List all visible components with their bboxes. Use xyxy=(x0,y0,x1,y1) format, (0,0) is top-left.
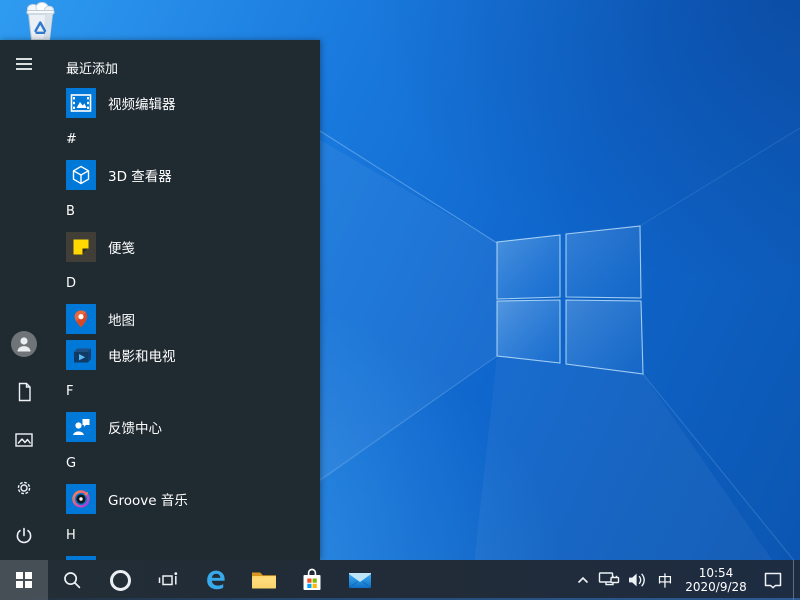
network-button[interactable] xyxy=(595,560,623,600)
start-menu-panel: 最近添加 视频编辑器 # xyxy=(0,40,320,560)
start-menu-app-feedback-hub[interactable]: 反馈中心 xyxy=(48,409,320,445)
pictures-icon xyxy=(14,430,34,450)
cortana-button[interactable] xyxy=(96,560,144,600)
cortana-icon xyxy=(110,570,131,591)
app-label: 地图 xyxy=(108,309,135,329)
settings-button[interactable] xyxy=(0,464,48,512)
power-button[interactable] xyxy=(0,512,48,560)
volume-icon xyxy=(627,572,647,588)
settings-gear-icon xyxy=(14,478,34,498)
clock[interactable]: 10:54 2020/9/28 xyxy=(679,560,753,600)
action-center-button[interactable] xyxy=(753,560,793,600)
system-tray: 中 10:54 2020/9/28 xyxy=(571,560,800,600)
start-menu-app-movies-tv[interactable]: 电影和电视 xyxy=(48,337,320,373)
feedback-hub-icon xyxy=(66,412,96,442)
search-button[interactable] xyxy=(48,560,96,600)
hidden-icons-chevron xyxy=(577,576,589,584)
app-label: 电影和电视 xyxy=(108,345,176,365)
app-label: 反馈中心 xyxy=(108,417,162,437)
task-view-icon xyxy=(157,570,179,590)
start-menu-app-maps[interactable]: 地图 xyxy=(48,301,320,337)
start-menu-app-3d-viewer[interactable]: 3D 查看器 xyxy=(48,157,320,193)
taskbar: 中 10:54 2020/9/28 xyxy=(0,560,800,600)
start-windows-icon xyxy=(16,572,32,588)
start-menu-app-list: 最近添加 视频编辑器 # xyxy=(48,49,320,560)
hamburger-menu-button[interactable] xyxy=(0,40,48,88)
edge-browser-button[interactable] xyxy=(192,560,240,600)
start-menu-rail xyxy=(0,40,48,560)
start-menu-app-sticky-notes[interactable]: 便笺 xyxy=(48,229,320,265)
windows-logo xyxy=(497,226,643,374)
action-center-icon xyxy=(763,571,783,590)
ime-indicator[interactable]: 中 xyxy=(651,560,679,600)
section-header-f: F xyxy=(48,373,320,409)
network-ethernet-icon xyxy=(598,571,620,589)
maps-icon xyxy=(66,304,96,334)
mail-icon xyxy=(347,570,373,590)
movies-tv-icon xyxy=(66,340,96,370)
recycle-bin-icon[interactable] xyxy=(19,0,61,42)
documents-button[interactable] xyxy=(0,368,48,416)
power-icon xyxy=(14,526,34,546)
mail-button[interactable] xyxy=(336,560,384,600)
task-view-button[interactable] xyxy=(144,560,192,600)
search-icon xyxy=(62,570,82,590)
start-menu-app-video-editor[interactable]: 视频编辑器 xyxy=(48,85,320,121)
clock-time: 10:54 xyxy=(699,566,734,580)
sticky-notes-icon xyxy=(66,232,96,262)
windows-desktop: 最近添加 视频编辑器 # xyxy=(0,0,800,600)
volume-button[interactable] xyxy=(623,560,651,600)
hidden-icons-button[interactable] xyxy=(571,560,595,600)
start-button[interactable] xyxy=(0,560,48,600)
file-explorer-icon xyxy=(251,569,277,591)
ime-label: 中 xyxy=(657,570,672,591)
section-header-b: B xyxy=(48,193,320,229)
app-label: 便笺 xyxy=(108,237,135,257)
3d-viewer-icon xyxy=(66,160,96,190)
section-header-g: G xyxy=(48,445,320,481)
section-header-hash: # xyxy=(48,121,320,157)
section-header-recently-added: 最近添加 xyxy=(48,49,320,85)
groove-music-icon xyxy=(66,484,96,514)
show-desktop-button[interactable] xyxy=(793,560,800,600)
video-editor-icon xyxy=(66,88,96,118)
start-menu-app-partial[interactable] xyxy=(48,553,320,560)
app-label: Groove 音乐 xyxy=(108,489,188,509)
pictures-button[interactable] xyxy=(0,416,48,464)
app-label: 3D 查看器 xyxy=(108,165,172,185)
file-explorer-button[interactable] xyxy=(240,560,288,600)
microsoft-store-icon xyxy=(300,567,324,593)
start-menu-app-groove-music[interactable]: Groove 音乐 xyxy=(48,481,320,517)
edge-browser-icon xyxy=(204,568,228,592)
app-label: 视频编辑器 xyxy=(108,93,176,113)
documents-icon xyxy=(14,382,34,402)
user-account-button[interactable] xyxy=(0,320,48,368)
hamburger-menu-icon xyxy=(15,57,33,71)
microsoft-store-button[interactable] xyxy=(288,560,336,600)
section-header-d: D xyxy=(48,265,320,301)
user-avatar-icon xyxy=(10,330,38,358)
section-header-h: H xyxy=(48,517,320,553)
clock-date: 2020/9/28 xyxy=(685,580,747,594)
